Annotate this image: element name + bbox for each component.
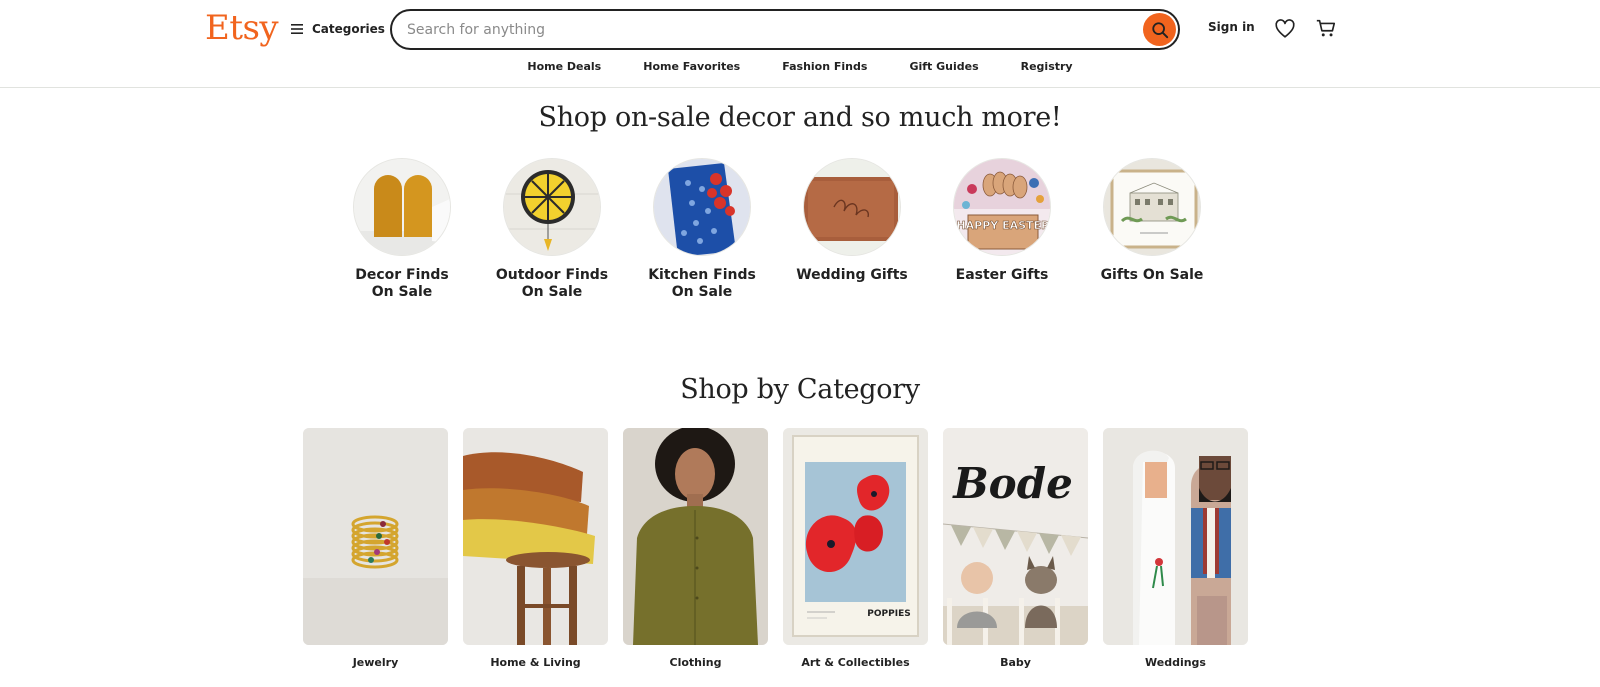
category-weddings[interactable]: Weddings [1103,428,1248,669]
category-label: Weddings [1145,656,1206,669]
promo-label: Kitchen Finds On Sale [648,267,756,300]
promo-label: Easter Gifts [955,267,1049,283]
hamburger-icon [291,24,303,34]
promo-kitchen-finds[interactable]: Kitchen Finds On Sale [627,158,777,301]
promo-gifts-on-sale[interactable]: Gifts On Sale [1077,158,1227,284]
nav-home-favorites[interactable]: Home Favorites [643,60,740,80]
promo-circles: Decor Finds On Sale Outdoor Finds On Sal [0,158,1600,308]
category-jewelry[interactable]: Jewelry [303,428,448,669]
promo-label: Gifts On Sale [1100,267,1204,283]
site-header: Etsy Categories Sign in Home Deals Home … [0,0,1600,88]
category-label: Jewelry [352,656,399,669]
category-label: Home & Living [490,656,581,669]
promo-easter-gifts[interactable]: HAPPY EASTER Easter Gifts [927,158,1077,284]
poster-caption: POPPIES [867,609,910,619]
search-button[interactable] [1143,13,1176,46]
category-heading: Shop by Category [680,374,920,405]
jewelry-image [303,428,448,645]
clothing-image [623,428,768,645]
search-input[interactable] [407,14,1107,45]
easter-sign-text: HAPPY EASTER [956,219,1050,232]
gifts-on-sale-image [1103,158,1201,256]
promo-label: Wedding Gifts [796,267,908,283]
etsy-logo[interactable]: Etsy [205,8,279,48]
category-clothing[interactable]: Clothing [623,428,768,669]
nav-fashion-finds[interactable]: Fashion Finds [782,60,867,80]
heart-icon[interactable] [1274,18,1296,40]
name-sign-text: Bode [952,459,1073,508]
promo-outdoor-finds[interactable]: Outdoor Finds On Sale [477,158,627,301]
promo-decor-finds[interactable]: Decor Finds On Sale [327,158,477,301]
promo-label: Decor Finds On Sale [355,267,449,300]
outdoor-finds-image [503,158,601,256]
promo-wedding-gifts[interactable]: Wedding Gifts [777,158,927,284]
search-icon [1151,21,1168,38]
sign-in-link[interactable]: Sign in [1208,20,1255,34]
categories-label: Categories [312,22,385,36]
category-label: Art & Collectibles [801,656,910,669]
category-home-living[interactable]: Home & Living [463,428,608,669]
promo-label: Outdoor Finds On Sale [495,267,609,300]
baby-image: Bode [943,428,1088,645]
weddings-image [1103,428,1248,645]
category-art-collectibles[interactable]: POPPIES Art & Collectibles [783,428,928,669]
categories-button[interactable]: Categories [290,14,385,44]
wedding-gifts-image [803,158,901,256]
nav-registry[interactable]: Registry [1021,60,1073,80]
art-collectibles-image: POPPIES [783,428,928,645]
category-label: Baby [1000,656,1031,669]
sub-navigation: Home Deals Home Favorites Fashion Finds … [0,60,1600,80]
kitchen-finds-image [653,158,751,256]
decor-finds-image [353,158,451,256]
nav-home-deals[interactable]: Home Deals [527,60,601,80]
easter-gifts-image: HAPPY EASTER [953,158,1051,256]
category-baby[interactable]: Bode Baby [943,428,1088,669]
search-bar [390,9,1180,50]
nav-gift-guides[interactable]: Gift Guides [909,60,978,80]
home-living-image [463,428,608,645]
promo-heading: Shop on-sale decor and so much more! [538,102,1062,133]
category-label: Clothing [669,656,722,669]
cart-icon[interactable] [1315,17,1337,39]
